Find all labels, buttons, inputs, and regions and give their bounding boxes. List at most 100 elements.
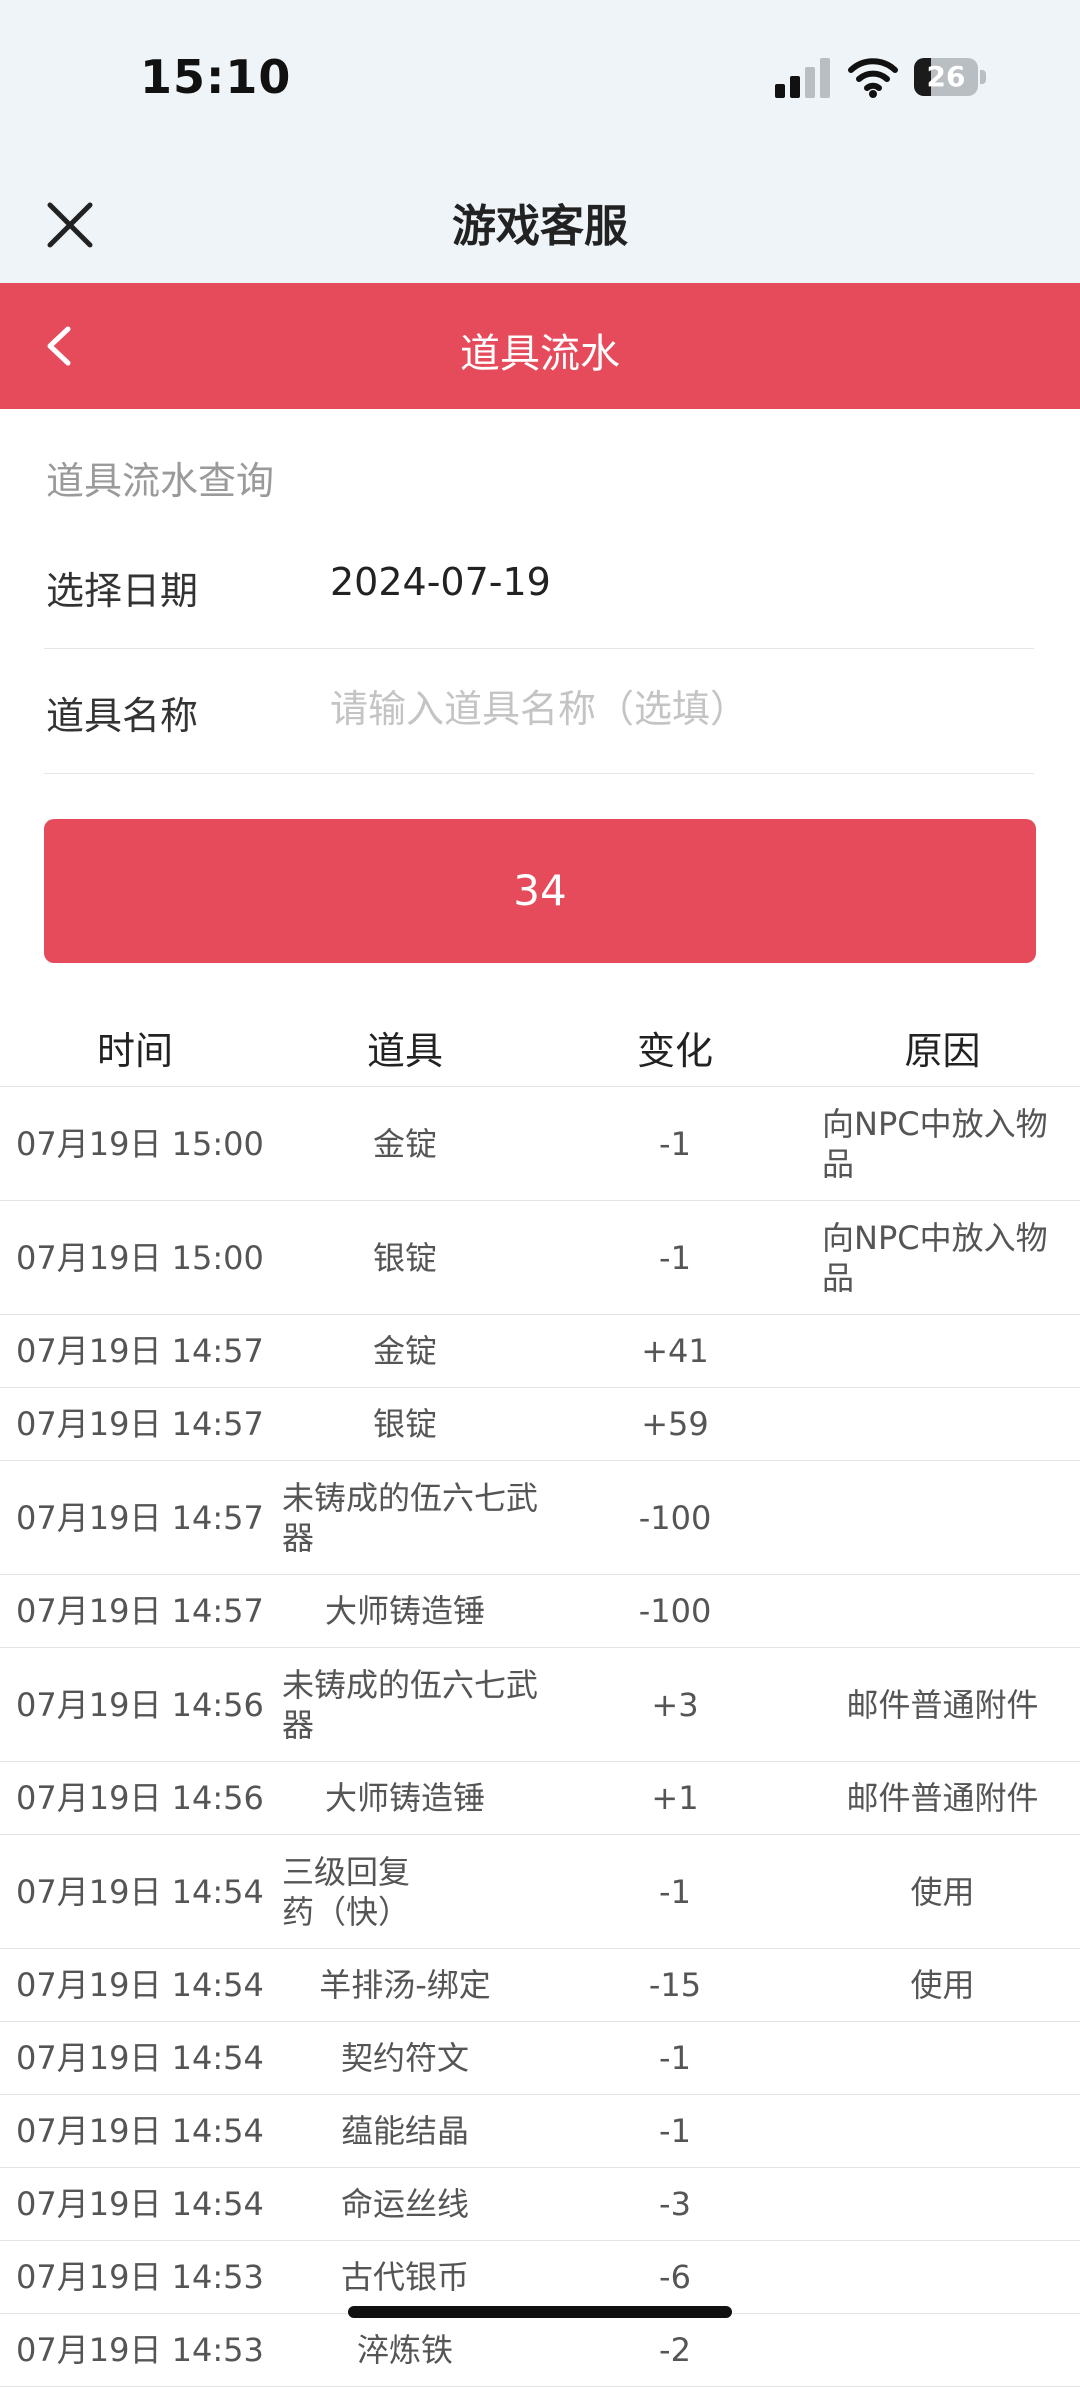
cell-reason [810, 2314, 1075, 2386]
table-row: 07月19日 14:56 未铸成的伍六七武器 +3 邮件普通附件 [0, 1648, 1080, 1762]
cell-time: 07月19日 14:56 [16, 1685, 264, 1724]
cell-reason: 使用 [910, 1872, 975, 1911]
cell-item: 古代银币 [340, 2258, 469, 2296]
cell-time: 07月19日 14:54 [16, 1872, 264, 1911]
cell-change: -1 [659, 2039, 691, 2077]
cell-change: -2 [659, 2331, 691, 2369]
cell-item: 三级回复药（快） [282, 1852, 411, 1931]
cell-item: 命运丝线 [340, 2185, 469, 2223]
cell-item: 大师铸造锤 [324, 1779, 485, 1817]
cell-time: 07月19日 14:57 [16, 1405, 264, 1443]
date-row[interactable]: 选择日期 2024-07-19 [44, 524, 1034, 649]
cell-reason: 邮件普通附件 [846, 1685, 1039, 1724]
cell-time: 07月19日 14:57 [16, 1592, 264, 1630]
cell-time: 07月19日 14:57 [16, 1332, 264, 1370]
table-row: 07月19日 14:54 命运丝线 -3 [0, 2168, 1080, 2241]
status-time: 15:10 [140, 50, 292, 104]
status-bar: 15:10 26 [0, 0, 1080, 160]
table-row: 07月19日 14:54 羊排汤-绑定 -15 使用 [0, 1949, 1080, 2022]
query-button[interactable]: 34 [44, 819, 1036, 963]
signal-icon [775, 58, 830, 98]
cell-change: -15 [648, 1966, 702, 2004]
cell-time: 07月19日 15:00 [16, 1238, 264, 1277]
cell-item: 淬炼铁 [356, 2331, 453, 2369]
cell-reason: 向NPC中放入物品 [822, 1104, 1048, 1183]
cell-time: 07月19日 14:54 [16, 2039, 264, 2077]
cell-item: 大师铸造锤 [324, 1592, 485, 1630]
table-header: 时间 道具 变化 原因 [0, 1000, 1080, 1087]
cell-change: +3 [651, 1685, 699, 1724]
cell-time: 07月19日 15:00 [16, 1124, 264, 1163]
table-row: 07月19日 14:53 淬炼铁 -2 [0, 2314, 1080, 2387]
table-row: 07月19日 14:56 大师铸造锤 +1 邮件普通附件 [0, 1762, 1080, 1835]
table-row: 07月19日 14:54 蕴能结晶 -1 [0, 2095, 1080, 2168]
cell-change: +59 [641, 1405, 709, 1443]
cell-time: 07月19日 14:54 [16, 1966, 264, 2004]
battery-level: 26 [926, 60, 966, 93]
record-table: 07月19日 15:00 金锭 -1 向NPC中放入物品 07月19日 15:0… [0, 1087, 1080, 2387]
app-bar: 游戏客服 [0, 160, 1080, 283]
page-header: 道具流水 [0, 283, 1080, 409]
cell-time: 07月19日 14:53 [16, 2258, 264, 2296]
table-row: 07月19日 14:57 未铸成的伍六七武器 -100 [0, 1461, 1080, 1575]
cell-item: 金锭 [372, 1332, 437, 1370]
cell-change: +41 [641, 1332, 709, 1370]
item-name-input[interactable] [330, 677, 1020, 741]
cell-reason [810, 1388, 1075, 1460]
table-row: 07月19日 15:00 金锭 -1 向NPC中放入物品 [0, 1087, 1080, 1201]
wifi-icon [848, 58, 898, 98]
page-title: 道具流水 [460, 331, 620, 377]
table-row: 07月19日 14:57 银锭 +59 [0, 1388, 1080, 1461]
header-time: 时间 [96, 1029, 173, 1073]
cell-item: 未铸成的伍六七武器 [282, 1665, 539, 1744]
cell-reason: 向NPC中放入物品 [822, 1218, 1048, 1297]
cell-time: 07月19日 14:54 [16, 2185, 264, 2223]
cell-reason: 使用 [910, 1966, 975, 2004]
cell-change: -1 [659, 1238, 691, 1277]
cell-item: 银锭 [372, 1405, 437, 1443]
cell-reason [810, 2022, 1075, 2094]
cell-change: -100 [638, 1498, 712, 1537]
cell-item: 银锭 [372, 1238, 437, 1277]
cell-time: 07月19日 14:54 [16, 2112, 264, 2150]
item-name-label: 道具名称 [46, 694, 199, 738]
cell-change: +1 [651, 1779, 699, 1817]
table-row: 07月19日 14:57 大师铸造锤 -100 [0, 1575, 1080, 1648]
cell-item: 契约符文 [340, 2039, 469, 2077]
cell-change: -100 [638, 1592, 712, 1630]
table-row: 07月19日 14:57 金锭 +41 [0, 1315, 1080, 1388]
cell-item: 未铸成的伍六七武器 [282, 1478, 539, 1557]
item-name-row: 道具名称 [44, 649, 1034, 774]
app-title: 游戏客服 [452, 201, 628, 252]
cell-item: 羊排汤-绑定 [319, 1966, 491, 2004]
cell-reason [810, 2241, 1075, 2313]
header-reason: 原因 [904, 1029, 981, 1073]
home-indicator [348, 2306, 732, 2318]
cell-change: -1 [659, 1872, 691, 1911]
cell-reason: 邮件普通附件 [846, 1779, 1039, 1817]
table-row: 07月19日 15:00 银锭 -1 向NPC中放入物品 [0, 1201, 1080, 1315]
date-label: 选择日期 [46, 569, 199, 613]
cell-change: -1 [659, 2112, 691, 2150]
cell-reason [810, 2095, 1075, 2167]
cell-reason [810, 2168, 1075, 2240]
header-change: 变化 [636, 1029, 713, 1073]
table-row: 07月19日 14:54 三级回复药（快） -1 使用 [0, 1835, 1080, 1949]
table-row: 07月19日 14:54 契约符文 -1 [0, 2022, 1080, 2095]
cell-item: 金锭 [372, 1124, 437, 1163]
cell-time: 07月19日 14:53 [16, 2331, 264, 2369]
cell-change: -1 [659, 1124, 691, 1163]
cell-reason [810, 1461, 1075, 1574]
battery-icon: 26 [914, 58, 986, 96]
cell-time: 07月19日 14:57 [16, 1498, 264, 1537]
table-row: 07月19日 14:53 古代银币 -6 [0, 2241, 1080, 2314]
cell-change: -3 [659, 2185, 691, 2223]
cell-change: -6 [659, 2258, 691, 2296]
date-picker-value[interactable]: 2024-07-19 [330, 560, 551, 604]
cell-reason [810, 1315, 1075, 1387]
cell-item: 蕴能结晶 [340, 2112, 469, 2150]
cell-time: 07月19日 14:56 [16, 1779, 264, 1817]
section-title: 道具流水查询 [46, 459, 275, 503]
header-item: 道具 [366, 1029, 443, 1073]
cell-reason [810, 1575, 1075, 1647]
